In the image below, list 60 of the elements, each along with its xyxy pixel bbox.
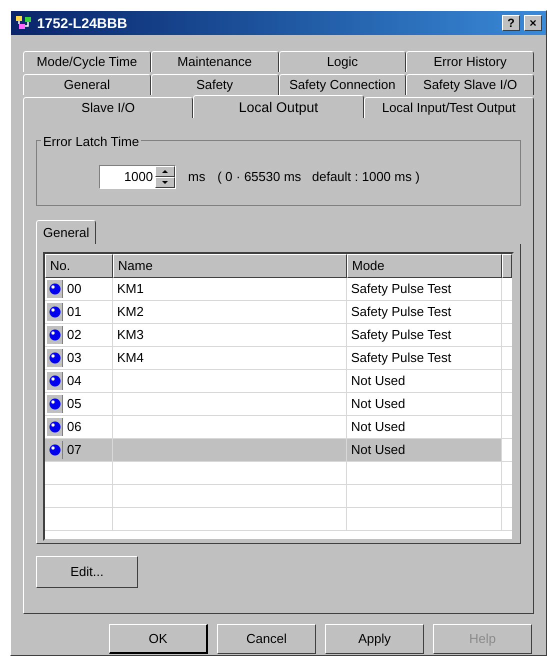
tab[interactable]: Local Input/Test Output bbox=[364, 97, 534, 118]
unit-label: ms bbox=[188, 168, 206, 186]
number-cell-text: 01 bbox=[67, 303, 82, 322]
tab[interactable]: Maintenance bbox=[150, 51, 278, 72]
number-cell-text: 00 bbox=[67, 280, 82, 298]
mode-cell-text: Not Used bbox=[351, 441, 406, 460]
tab[interactable]: Local Output bbox=[193, 95, 364, 118]
tab[interactable]: Logic bbox=[278, 51, 406, 72]
tab[interactable]: General bbox=[36, 220, 96, 244]
name-cell-text: KM4 bbox=[117, 349, 144, 368]
tab[interactable]: General bbox=[23, 74, 151, 95]
number-cell-text: 02 bbox=[67, 326, 82, 344]
help-button[interactable]: ? bbox=[502, 15, 520, 31]
close-button[interactable]: × bbox=[524, 15, 542, 31]
empty-cell bbox=[45, 508, 113, 531]
value-text: 1000 bbox=[123, 168, 154, 186]
table-row[interactable]: 06 Not Used bbox=[45, 416, 512, 439]
edit-button[interactable]: Edit... bbox=[36, 556, 138, 588]
mode-cell-text: Not Used bbox=[351, 418, 406, 436]
mode-cell-text: Safety Pulse Test bbox=[351, 280, 452, 298]
spin-up-icon[interactable] bbox=[155, 166, 175, 177]
column-header[interactable]: No. bbox=[45, 254, 113, 278]
empty-cell bbox=[45, 485, 113, 508]
name-cell-text: KM2 bbox=[117, 303, 144, 322]
mode-cell-text: Safety Pulse Test bbox=[351, 349, 452, 368]
tab[interactable]: Slave I/O bbox=[23, 97, 194, 118]
spin-field[interactable]: 1000 bbox=[99, 165, 176, 189]
name-cell-text: KM3 bbox=[117, 326, 144, 344]
number-cell-text: 07 bbox=[67, 441, 82, 460]
tab[interactable]: Safety Slave I/O bbox=[406, 74, 534, 95]
tab[interactable]: Mode/Cycle Time bbox=[23, 51, 151, 72]
name-cell-text: KM1 bbox=[117, 280, 144, 298]
spin-down-icon[interactable] bbox=[155, 177, 175, 188]
table-row[interactable]: 01 KM2 Safety Pulse Test bbox=[45, 301, 512, 324]
dialog-button[interactable]: Cancel bbox=[217, 624, 316, 654]
table-row[interactable]: 03 KM4 Safety Pulse Test bbox=[45, 347, 512, 370]
number-cell-text: 06 bbox=[67, 418, 82, 436]
column-header[interactable]: Mode bbox=[347, 254, 502, 278]
table-row[interactable]: 05 Not Used bbox=[45, 393, 512, 416]
empty-cell bbox=[45, 462, 113, 485]
range-label: ( 0 · 65530 ms default : 1000 ms ) bbox=[217, 168, 420, 186]
number-cell-text: 05 bbox=[67, 395, 82, 414]
mode-cell-text: Safety Pulse Test bbox=[351, 326, 452, 344]
table-row[interactable]: 04 Not Used bbox=[45, 370, 512, 393]
mode-cell-text: Not Used bbox=[351, 395, 406, 414]
table-row[interactable]: 02 KM3 Safety Pulse Test bbox=[45, 324, 512, 347]
number-cell-text: 04 bbox=[67, 372, 82, 390]
network-icon bbox=[15, 15, 33, 31]
tab[interactable]: Safety Connection bbox=[278, 74, 406, 95]
mode-cell-text: Not Used bbox=[351, 372, 406, 390]
tab[interactable]: Error History bbox=[406, 51, 534, 72]
dialog-button[interactable]: OK bbox=[109, 624, 208, 654]
table-row[interactable]: 00 KM1 Safety Pulse Test bbox=[45, 278, 512, 301]
mode-cell-text: Safety Pulse Test bbox=[351, 303, 452, 322]
tab[interactable]: Safety bbox=[150, 74, 278, 95]
number-cell-text: 03 bbox=[67, 349, 82, 368]
column-header[interactable]: Name bbox=[113, 254, 347, 278]
table-row[interactable]: 07 Not Used bbox=[45, 439, 512, 462]
dialog-button[interactable]: Apply bbox=[325, 624, 424, 654]
window-title: 1752-L24BBB bbox=[37, 14, 128, 32]
